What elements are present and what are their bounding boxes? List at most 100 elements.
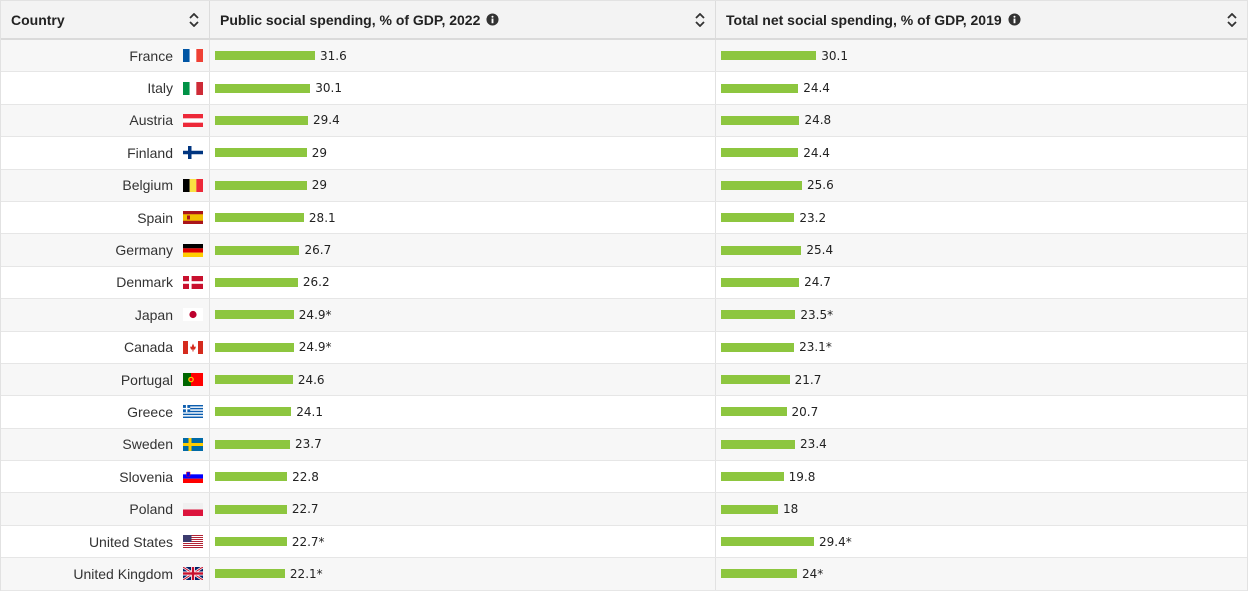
public-spending-value: 30.1 bbox=[315, 81, 342, 96]
public-spending-value: 22.7 bbox=[291, 502, 319, 517]
country-name: Poland bbox=[129, 501, 173, 518]
table-row: Austria 29.4 24.8 bbox=[1, 104, 1247, 138]
net-spending-value: 18 bbox=[782, 502, 799, 517]
public-spending-cell: 24.9* bbox=[210, 299, 716, 331]
table-row: Denmark 26.2 24.7 bbox=[1, 266, 1247, 300]
country-cell: Denmark bbox=[1, 266, 210, 299]
column-header-country[interactable]: Country bbox=[1, 1, 210, 38]
net-spending-value: 23.4 bbox=[800, 437, 827, 452]
spain-flag-icon bbox=[183, 211, 203, 225]
uk-flag-icon bbox=[183, 567, 203, 581]
public-spending-cell: 22.7 bbox=[210, 493, 716, 525]
net-spending-bar bbox=[721, 115, 800, 125]
public-spending-bar bbox=[215, 439, 290, 449]
net-spending-bar bbox=[721, 148, 799, 158]
sort-icon[interactable] bbox=[695, 12, 705, 27]
net-spending-value: 24.4 bbox=[803, 81, 830, 96]
net-spending-cell: 25.6 bbox=[716, 170, 1247, 201]
public-spending-value: 24.1 bbox=[296, 404, 323, 419]
public-spending-value: 29.4 bbox=[313, 113, 340, 128]
public-spending-bar bbox=[215, 569, 285, 579]
country-name: Canada bbox=[123, 339, 173, 356]
public-spending-cell: 29.4 bbox=[210, 104, 716, 137]
net-spending-value: 21.7 bbox=[794, 372, 822, 387]
net-spending-cell: 18 bbox=[716, 493, 1247, 524]
public-spending-value: 22.1* bbox=[289, 566, 323, 581]
info-icon[interactable] bbox=[486, 13, 499, 26]
belgium-flag-icon bbox=[183, 178, 203, 192]
public-spending-bar bbox=[215, 83, 311, 93]
public-spending-cell: 24.1 bbox=[210, 396, 716, 428]
table-row: Finland 29 24.4 bbox=[1, 137, 1247, 170]
table-row: Sweden 23.7 23.4 bbox=[1, 428, 1247, 462]
net-spending-value: 24.8 bbox=[804, 113, 832, 128]
net-spending-cell: 24.4 bbox=[716, 137, 1247, 168]
public-spending-cell: 26.2 bbox=[210, 266, 716, 299]
net-spending-value: 19.8 bbox=[788, 469, 816, 484]
public-spending-bar bbox=[215, 472, 288, 482]
public-spending-value: 29 bbox=[311, 178, 328, 193]
canada-flag-icon bbox=[183, 340, 203, 354]
public-spending-value: 24.6 bbox=[297, 372, 325, 387]
italy-flag-icon bbox=[183, 81, 203, 95]
country-cell: Sweden bbox=[1, 428, 210, 461]
table-body: France 31.6 30.1 Italy 30.1 24.4 Austria 29.4 24… bbox=[1, 40, 1247, 591]
net-spending-cell: 19.8 bbox=[716, 461, 1247, 492]
net-spending-bar bbox=[721, 245, 802, 255]
slovenia-flag-icon bbox=[183, 470, 203, 484]
info-icon[interactable] bbox=[1008, 13, 1021, 26]
country-name: Austria bbox=[129, 112, 173, 129]
portugal-flag-icon bbox=[183, 373, 203, 387]
sort-icon[interactable] bbox=[189, 12, 199, 27]
net-spending-value: 30.1 bbox=[821, 48, 848, 63]
net-spending-cell: 24.8 bbox=[716, 105, 1247, 136]
table-row: Japan 24.9* 23.5* bbox=[1, 299, 1247, 332]
country-cell: Portugal bbox=[1, 363, 210, 396]
column-header-label: Country bbox=[11, 11, 65, 28]
net-spending-cell: 25.4 bbox=[716, 234, 1247, 265]
austria-flag-icon bbox=[183, 113, 203, 127]
column-header-label: Public social spending, % of GDP, 2022 bbox=[220, 11, 481, 28]
public-spending-cell: 28.1 bbox=[210, 201, 716, 234]
net-spending-bar bbox=[721, 180, 802, 190]
net-spending-bar bbox=[721, 213, 795, 223]
usa-flag-icon bbox=[183, 535, 203, 549]
public-spending-cell: 24.9* bbox=[210, 331, 716, 363]
country-cell: Poland bbox=[1, 493, 210, 525]
public-spending-cell: 22.8 bbox=[210, 461, 716, 493]
country-cell: Japan bbox=[1, 299, 210, 331]
country-name: France bbox=[129, 47, 173, 64]
public-spending-cell: 22.1* bbox=[210, 558, 716, 590]
country-name: Greece bbox=[127, 403, 173, 420]
net-spending-value: 23.2 bbox=[799, 210, 827, 225]
country-name: Denmark bbox=[116, 274, 173, 291]
public-spending-bar bbox=[215, 277, 298, 287]
column-header-public-spending[interactable]: Public social spending, % of GDP, 2022 bbox=[210, 1, 716, 38]
net-spending-value: 23.1* bbox=[799, 340, 832, 355]
public-spending-cell: 31.6 bbox=[210, 40, 716, 72]
net-spending-bar bbox=[721, 537, 815, 547]
public-spending-cell: 29 bbox=[210, 137, 716, 169]
public-spending-cell: 30.1 bbox=[210, 72, 716, 104]
country-cell: Canada bbox=[1, 331, 210, 363]
table-row: Greece 24.1 20.7 bbox=[1, 396, 1247, 429]
table-row: Canada 24.9* 23.1* bbox=[1, 331, 1247, 364]
public-spending-bar bbox=[215, 213, 304, 223]
net-spending-cell: 21.7 bbox=[716, 364, 1247, 395]
country-cell: Austria bbox=[1, 104, 210, 137]
country-name: Slovenia bbox=[119, 468, 173, 485]
sort-icon[interactable] bbox=[1227, 12, 1237, 27]
table-row: Slovenia 22.8 19.8 bbox=[1, 461, 1247, 494]
public-spending-value: 31.6 bbox=[320, 48, 347, 63]
denmark-flag-icon bbox=[183, 275, 203, 289]
public-spending-value: 26.2 bbox=[302, 275, 330, 290]
public-spending-bar bbox=[215, 51, 315, 61]
column-header-net-spending[interactable]: Total net social spending, % of GDP, 201… bbox=[716, 1, 1247, 38]
country-cell: Germany bbox=[1, 234, 210, 266]
country-name: Japan bbox=[134, 306, 173, 323]
table-row: Portugal 24.6 21.7 bbox=[1, 363, 1247, 397]
net-spending-cell: 23.5* bbox=[716, 299, 1247, 330]
public-spending-value: 22.8 bbox=[292, 469, 319, 484]
net-spending-value: 24.7 bbox=[804, 275, 831, 290]
public-spending-cell: 24.6 bbox=[210, 363, 716, 396]
